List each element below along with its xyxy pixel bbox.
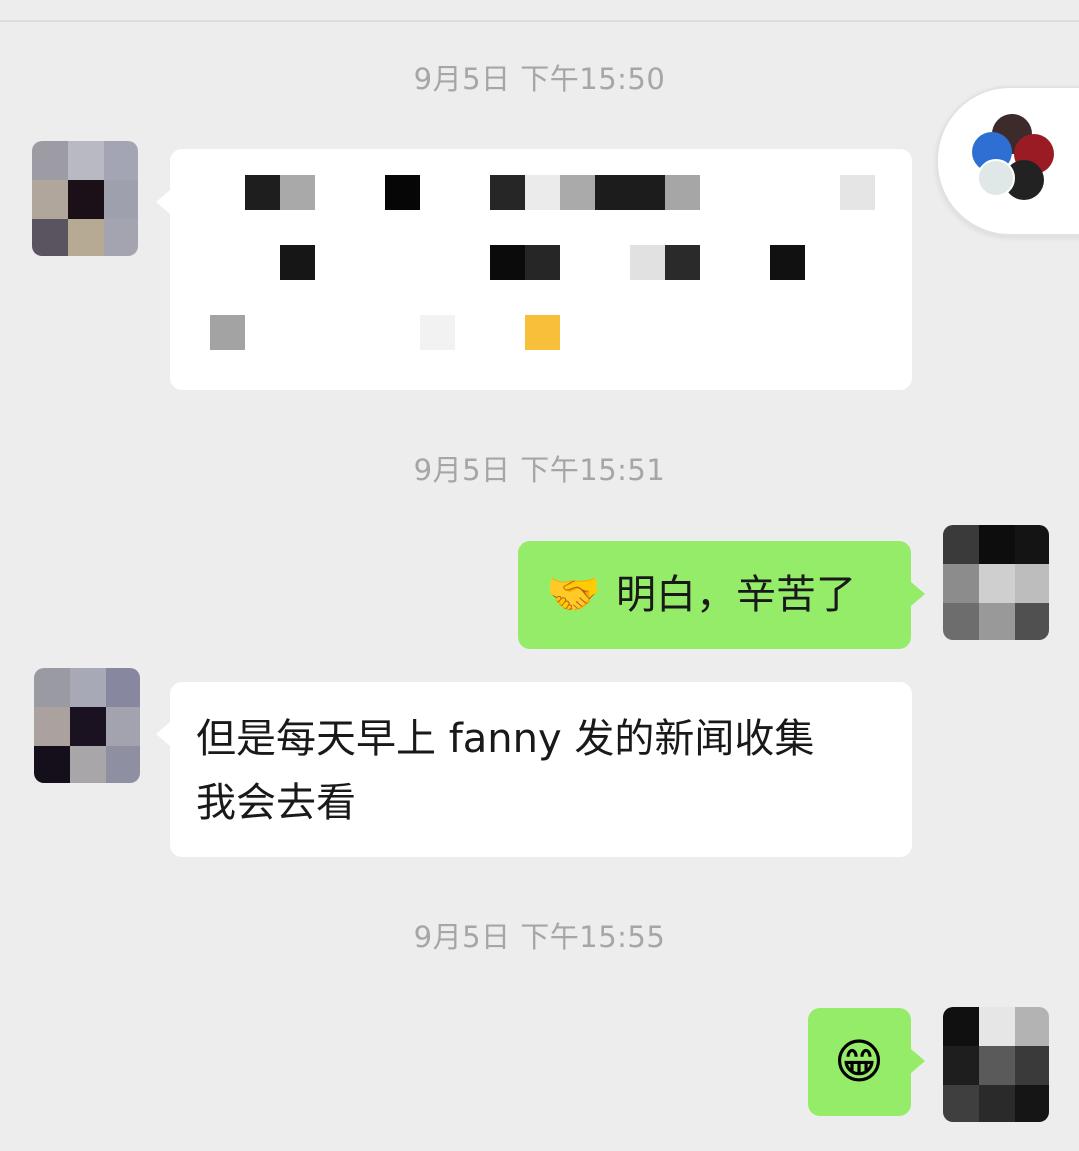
bubble-tail [156, 190, 170, 214]
contact-avatar[interactable] [32, 141, 138, 256]
self-avatar[interactable] [943, 1007, 1049, 1122]
timestamp: 9月5日 下午15:55 [413, 920, 666, 954]
contact-avatar[interactable] [34, 668, 140, 783]
message-bubble-outgoing[interactable]: 🤝 明白，辛苦了 [518, 541, 911, 649]
timestamp: 9月5日 下午15:50 [413, 62, 666, 96]
floating-window-widget[interactable] [936, 86, 1079, 236]
message-text-line: 但是每天早上 fanny 发的新闻收集 [196, 716, 815, 762]
bubble-tail [911, 1049, 925, 1073]
handshake-emoji-icon: 🤝 [546, 569, 601, 620]
timestamp: 9月5日 下午15:51 [413, 453, 666, 487]
multi-circle-logo-icon [972, 114, 1054, 200]
message-text-line: 我会去看 [196, 780, 356, 826]
message-bubble-redacted[interactable] [170, 149, 912, 390]
message-bubble-outgoing-emoji[interactable]: 😁 [808, 1008, 911, 1116]
top-divider [0, 20, 1079, 22]
bubble-tail [911, 582, 925, 606]
message-text: 明白，辛苦了 [616, 572, 856, 618]
bubble-tail [156, 722, 170, 746]
message-bubble-incoming[interactable]: 但是每天早上 fanny 发的新闻收集 我会去看 [170, 682, 912, 857]
grin-emoji-icon: 😁 [834, 1034, 885, 1090]
self-avatar[interactable] [943, 525, 1049, 640]
